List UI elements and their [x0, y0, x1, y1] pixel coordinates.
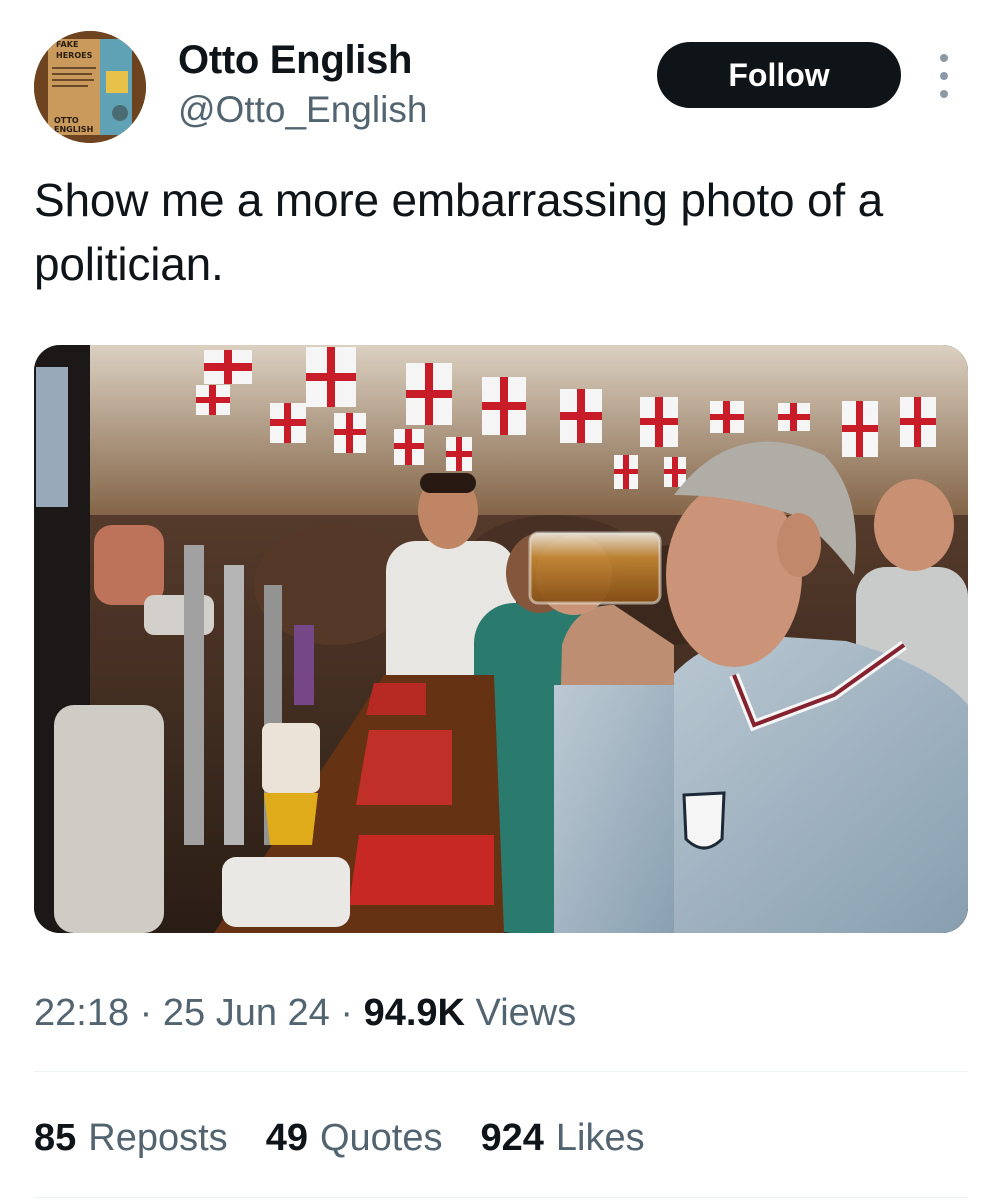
- more-dot: [940, 90, 948, 98]
- tweet-date[interactable]: 25 Jun 24: [163, 992, 330, 1034]
- tweet-time[interactable]: 22:18: [34, 992, 129, 1034]
- book-cover-avatar: FAKE HEROES OTTO ENGLISH: [34, 31, 146, 143]
- views-count: 94.9K: [363, 992, 465, 1034]
- quotes-label: Quotes: [319, 1117, 443, 1159]
- more-vertical-icon[interactable]: [926, 54, 962, 98]
- avatar-lettering-3: OTTO: [54, 116, 79, 125]
- likes-label: Likes: [555, 1117, 645, 1159]
- reposts-stat[interactable]: 85 Reposts: [34, 1115, 228, 1161]
- reposts-label: Reposts: [88, 1117, 228, 1159]
- meta-separator: ·: [340, 992, 354, 1034]
- engagement-stats: 85 Reposts 49 Quotes 924 Likes: [34, 1115, 645, 1161]
- avatar-lettering-4: ENGLISH: [54, 125, 93, 134]
- follow-button[interactable]: Follow: [657, 42, 901, 108]
- tweet-text: Show me a more embarrassing photo of a p…: [34, 174, 883, 290]
- views-label: Views: [475, 992, 577, 1034]
- photo-illustration: [34, 345, 968, 933]
- author-handle[interactable]: @Otto_English: [178, 88, 427, 132]
- more-dot: [940, 72, 948, 80]
- author-name[interactable]: Otto English: [178, 37, 412, 83]
- author-avatar[interactable]: FAKE HEROES OTTO ENGLISH: [34, 31, 146, 143]
- divider: [34, 1071, 968, 1072]
- quotes-stat[interactable]: 49 Quotes: [266, 1115, 443, 1161]
- meta-separator: ·: [139, 992, 153, 1034]
- likes-stat[interactable]: 924 Likes: [481, 1115, 645, 1161]
- avatar-lettering-1: FAKE: [56, 40, 78, 49]
- avatar-lettering-2: HEROES: [56, 51, 93, 60]
- more-dot: [940, 54, 948, 62]
- reposts-count: 85: [34, 1117, 77, 1159]
- tweet-meta: 22:18 · 25 Jun 24 · 94.9K Views: [34, 990, 576, 1036]
- likes-count: 924: [480, 1117, 544, 1159]
- tweet-photo[interactable]: [34, 345, 968, 933]
- quotes-count: 49: [265, 1117, 308, 1159]
- divider: [34, 1197, 968, 1198]
